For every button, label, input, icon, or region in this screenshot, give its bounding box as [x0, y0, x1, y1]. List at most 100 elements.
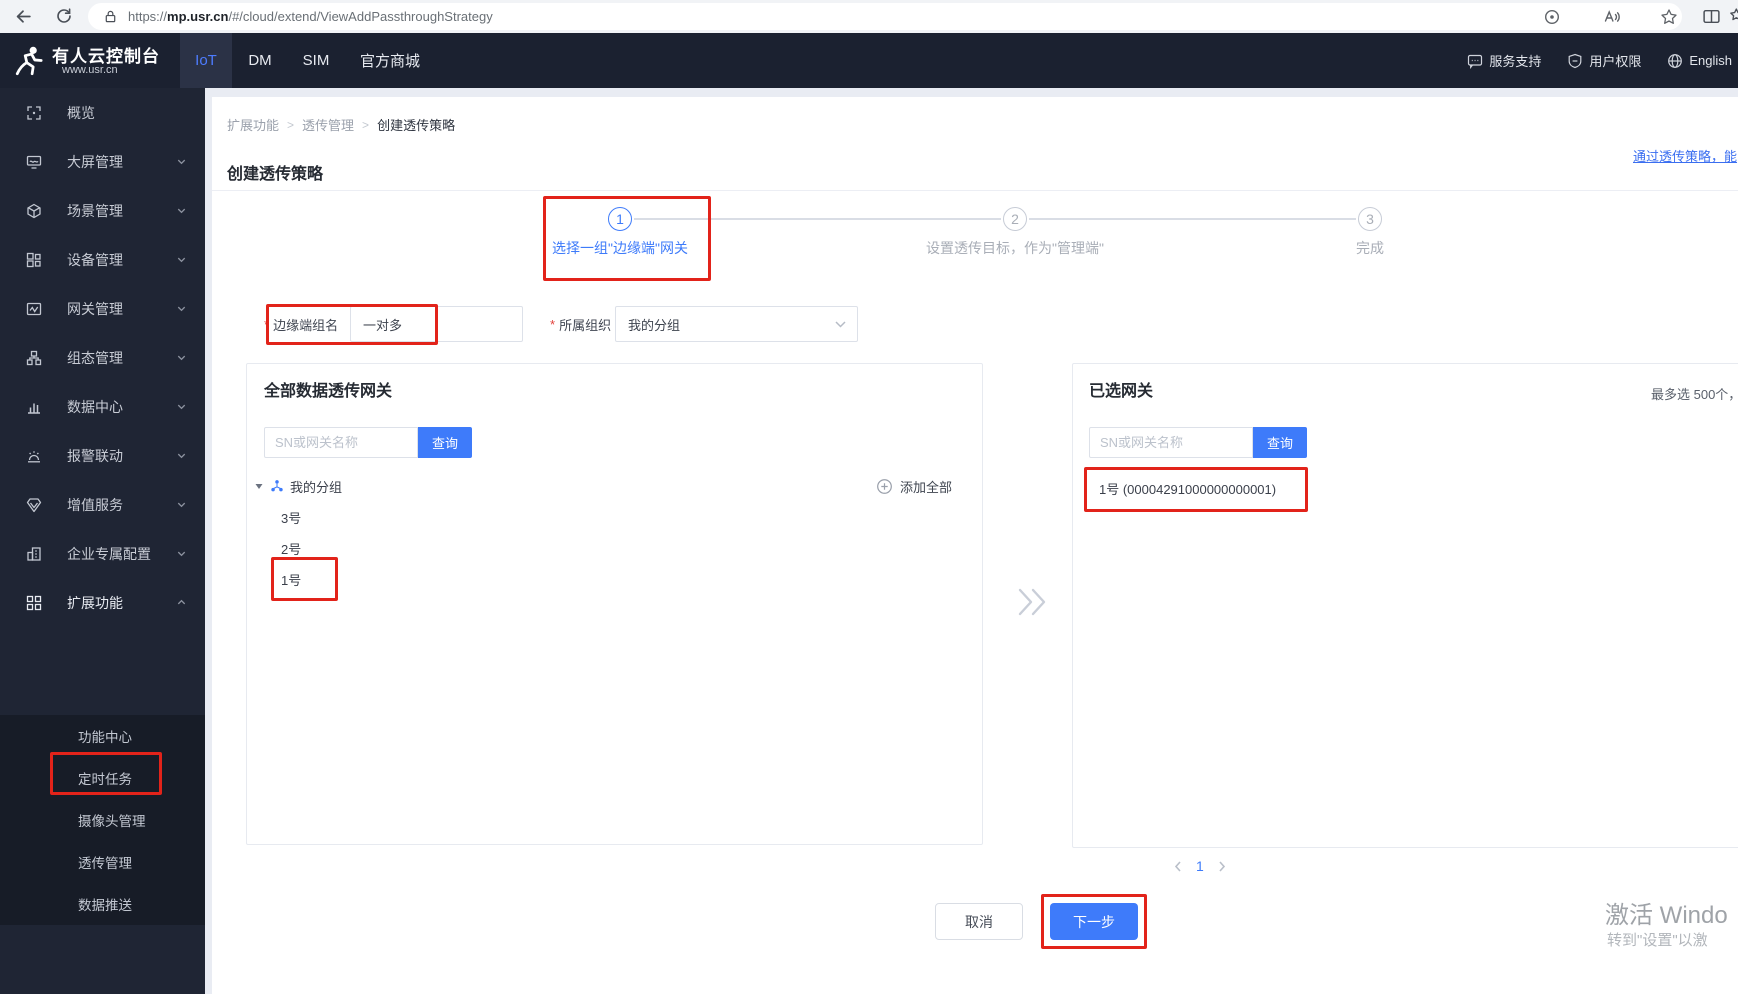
favorite-star-icon[interactable] — [1660, 8, 1678, 26]
url-path: /#/cloud/extend/ViewAddPassthroughStrate… — [228, 9, 493, 24]
breadcrumb-extend[interactable]: 扩展功能 — [227, 115, 279, 134]
read-aloud-icon[interactable] — [1603, 8, 1621, 26]
sidebar-item-configuration[interactable]: 组态管理 — [0, 333, 205, 382]
chevron-down-icon — [176, 548, 187, 559]
url-bar[interactable]: https://mp.usr.cn/#/cloud/extend/ViewAdd… — [88, 3, 1682, 30]
sidebar-item-device[interactable]: 设备管理 — [0, 235, 205, 284]
sidebar-item-alarm[interactable]: 报警联动 — [0, 431, 205, 480]
tab-sim[interactable]: SIM — [288, 33, 344, 88]
gateway-search-button[interactable]: 查询 — [418, 427, 473, 458]
sidebar-item-vas[interactable]: 增值服务 — [0, 480, 205, 529]
sidebar-item-label: 大屏管理 — [67, 153, 123, 170]
sidebar-item-label: 数据中心 — [67, 398, 123, 415]
tab-mall[interactable]: 官方商城 — [344, 33, 436, 88]
tree-expand-caret-icon[interactable] — [254, 481, 264, 491]
scene-icon — [26, 203, 42, 219]
tab-dm[interactable]: DM — [232, 33, 288, 88]
url-prefix: https:// — [128, 9, 168, 24]
usr-logo-icon — [13, 44, 47, 78]
org-label: * 所属组织 — [550, 306, 611, 342]
all-gateways-search: 查询 — [264, 427, 473, 458]
enterprise-icon — [26, 546, 42, 562]
chevron-down-icon — [176, 254, 187, 265]
chat-icon — [1467, 53, 1483, 69]
tree-item-label: 2号 — [281, 541, 302, 557]
gateway-search-input[interactable] — [264, 427, 418, 458]
selected-search-button[interactable]: 查询 — [1253, 427, 1308, 458]
selected-search-input[interactable] — [1089, 427, 1253, 458]
sidebar-item-passthrough-mgmt[interactable]: 透传管理 — [0, 841, 205, 883]
url-text[interactable]: https://mp.usr.cn/#/cloud/extend/ViewAdd… — [128, 9, 493, 24]
datacenter-icon — [26, 399, 42, 415]
required-mark: * — [264, 316, 270, 332]
page-title: 创建透传策略 — [227, 166, 324, 183]
overview-icon — [26, 105, 42, 121]
service-support[interactable]: 服务支持 — [1467, 51, 1541, 70]
tab-iot[interactable]: IoT — [180, 33, 232, 88]
sidebar-item-enterprise[interactable]: 企业专属配置 — [0, 529, 205, 578]
sidebar-item-overview[interactable]: 概览 — [0, 88, 205, 137]
sidebar-submenu-extend: 功能中心 定时任务 摄像头管理 透传管理 数据推送 — [0, 715, 205, 925]
add-all-button[interactable]: 添加全部 — [876, 472, 952, 500]
next-step-button[interactable]: 下一步 — [1050, 903, 1138, 940]
breadcrumb-passthrough[interactable]: 透传管理 — [302, 115, 354, 134]
sidebar-item-data-push[interactable]: 数据推送 — [0, 883, 205, 925]
stepper-line-1 — [634, 218, 1001, 220]
favorites-bar-icon[interactable] — [1730, 7, 1738, 26]
page-prev-icon[interactable] — [1172, 859, 1184, 874]
send-to-device-icon[interactable] — [1543, 8, 1561, 26]
step-2-circle: 2 — [1003, 207, 1027, 231]
sidebar-item-extend[interactable]: 扩展功能 — [0, 578, 205, 627]
sidebar-item-label: 网关管理 — [67, 300, 123, 317]
bigscreen-icon — [26, 154, 42, 170]
refresh-icon[interactable] — [55, 7, 73, 25]
sidebar-item-label: 报警联动 — [67, 447, 123, 464]
screen: https://mp.usr.cn/#/cloud/extend/ViewAdd… — [0, 0, 1738, 994]
alarm-icon — [26, 448, 42, 464]
sidebar-item-bigscreen[interactable]: 大屏管理 — [0, 137, 205, 186]
add-all-label: 添加全部 — [899, 479, 952, 495]
sidebar-item-datacenter[interactable]: 数据中心 — [0, 382, 205, 431]
navitem-label: 服务支持 — [1489, 54, 1542, 69]
split-screen-icon[interactable] — [1702, 7, 1721, 26]
lock-icon — [103, 9, 118, 24]
sidebar-item-scene[interactable]: 场景管理 — [0, 186, 205, 235]
step-number: 3 — [1366, 211, 1374, 227]
tree-root-row[interactable]: 我的分组 — [254, 472, 342, 500]
page-number-current[interactable]: 1 — [1196, 858, 1204, 874]
selected-gateway-label: 1号 (00004291000000000001) — [1099, 482, 1277, 497]
tab-label: IoT — [195, 52, 217, 69]
group-name-label: * 边缘端组名 — [264, 306, 338, 342]
selected-gateways-search: 查询 — [1089, 427, 1308, 458]
sidebar-item-function-center[interactable]: 功能中心 — [0, 715, 205, 757]
selected-gateway-item[interactable]: 1号 (00004291000000000001) — [1099, 476, 1276, 501]
breadcrumb: 扩展功能 > 透传管理 > 创建透传策略 — [227, 115, 455, 134]
sidebar-item-gateway[interactable]: 网关管理 — [0, 284, 205, 333]
product-tabs: IoT DM SIM 官方商城 — [180, 33, 436, 88]
tree-item-1[interactable]: 1号 — [281, 565, 301, 593]
back-icon[interactable] — [14, 7, 33, 26]
chevron-down-icon — [176, 156, 187, 167]
page-next-icon[interactable] — [1216, 859, 1228, 874]
strategy-help-link[interactable]: 通过透传策略，能 — [1633, 146, 1737, 165]
tree-item-3[interactable]: 3号 — [281, 503, 301, 531]
step-number: 1 — [616, 211, 624, 227]
language-switch[interactable]: English — [1667, 53, 1732, 69]
tree-item-2[interactable]: 2号 — [281, 534, 301, 562]
sidebar-item-scheduled-tasks[interactable]: 定时任务 — [0, 757, 205, 799]
title-divider — [212, 190, 1738, 191]
group-name-input[interactable] — [350, 306, 523, 342]
windows-activation-watermark: 激活 Windo — [1605, 902, 1728, 929]
all-gateways-panel: 全部数据透传网关 查询 我的分组 添加全部 3号 2号 1号 — [246, 363, 983, 845]
cancel-button[interactable]: 取消 — [935, 903, 1023, 940]
transfer-right-icon[interactable] — [1012, 584, 1052, 620]
navbar-right: 服务支持 用户权限 English — [1467, 33, 1732, 88]
tree-item-label: 3号 — [281, 510, 302, 526]
chevron-down-icon — [176, 303, 187, 314]
org-select[interactable]: 我的分组 — [615, 306, 858, 342]
tree-item-label: 1号 — [281, 572, 302, 588]
sidebar-item-camera-mgmt[interactable]: 摄像头管理 — [0, 799, 205, 841]
tab-label: 官方商城 — [359, 53, 420, 70]
chevron-up-icon — [176, 597, 187, 608]
user-permission[interactable]: 用户权限 — [1567, 51, 1641, 70]
